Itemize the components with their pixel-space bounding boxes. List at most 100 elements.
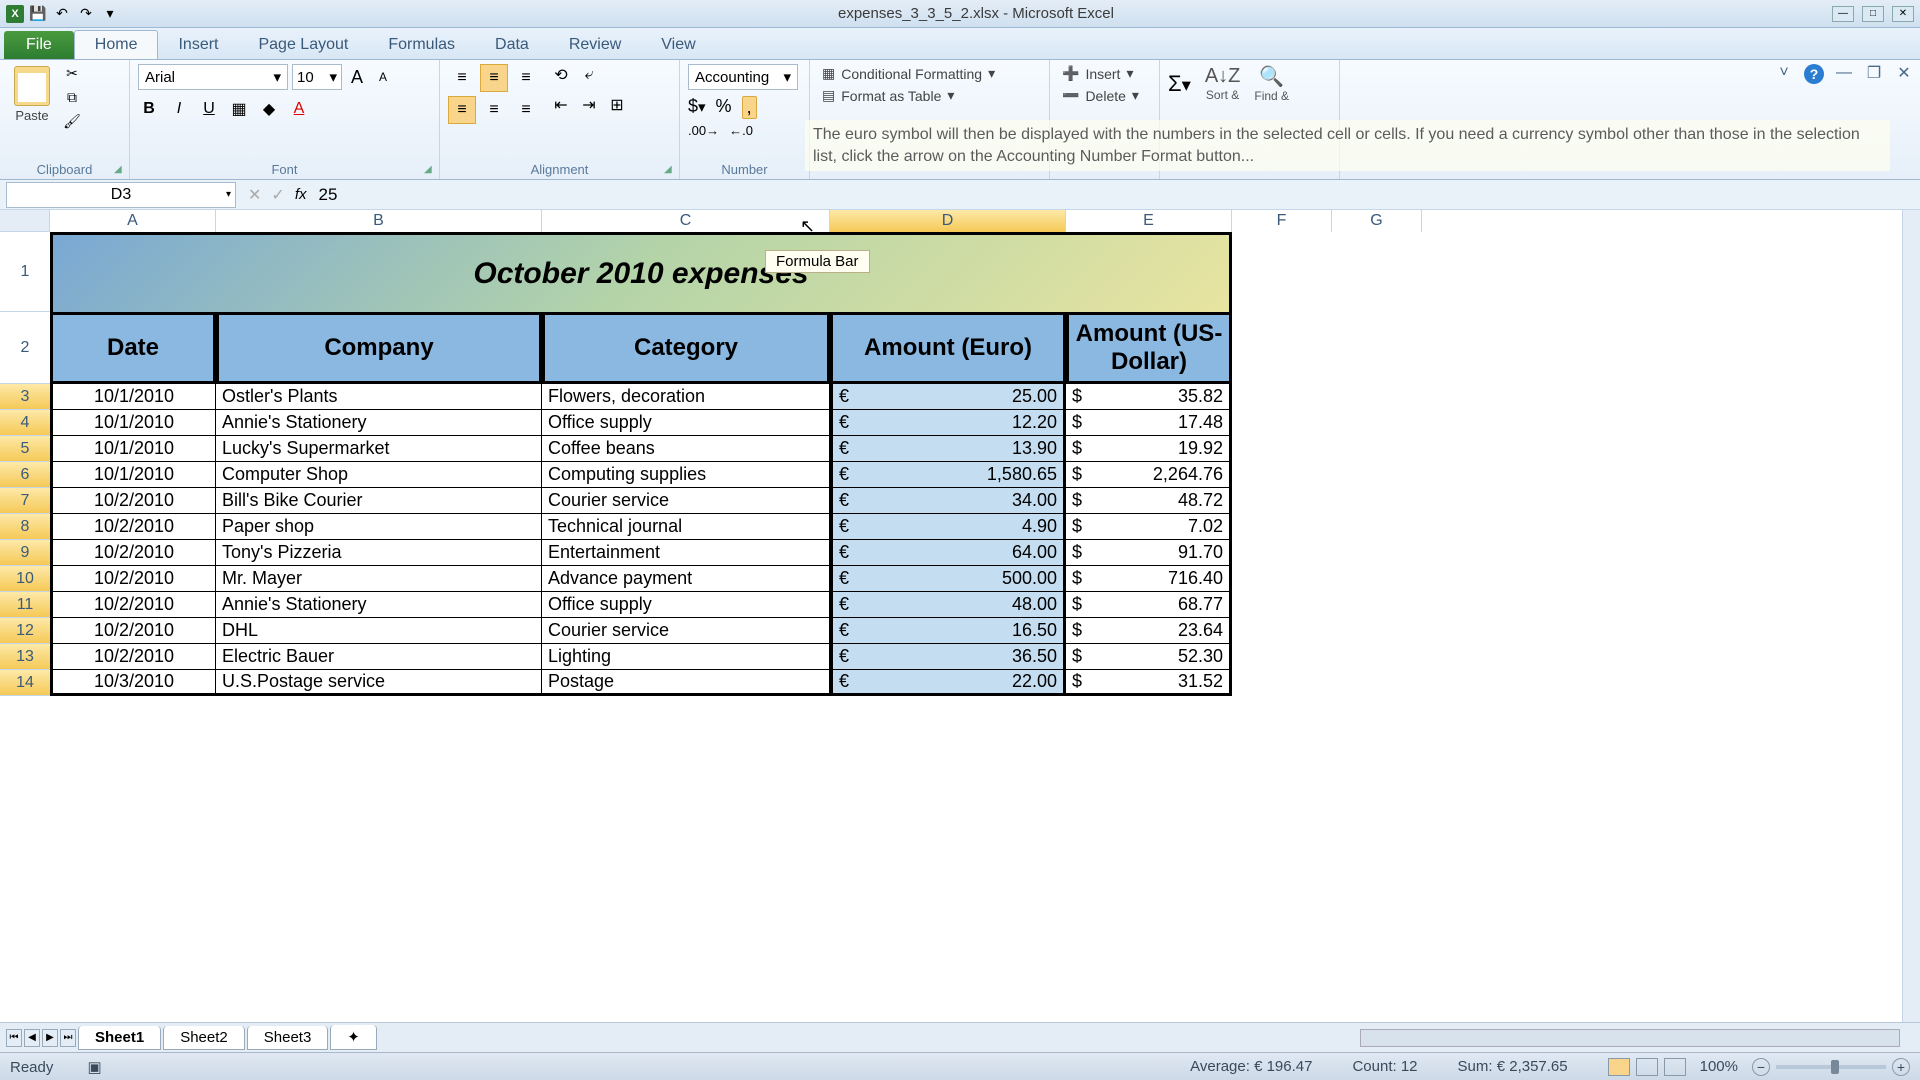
sheet-tab-3[interactable]: Sheet3 xyxy=(247,1026,329,1050)
sort-filter-button[interactable]: A↓ZSort & xyxy=(1205,65,1241,102)
align-left-button[interactable]: ≡ xyxy=(448,96,476,124)
header-date[interactable]: Date xyxy=(50,312,216,384)
cell-company[interactable]: Paper shop xyxy=(216,514,542,540)
cell-date[interactable]: 10/1/2010 xyxy=(50,384,216,410)
table-row[interactable]: 10/1/2010Lucky's SupermarketCoffee beans… xyxy=(50,436,1232,462)
dialog-launcher-icon[interactable]: ◢ xyxy=(424,164,436,176)
table-row[interactable]: 10/1/2010Annie's StationeryOffice supply… xyxy=(50,410,1232,436)
border-button[interactable]: ▦ xyxy=(228,98,250,120)
italic-button[interactable]: I xyxy=(168,98,190,120)
align-right-button[interactable]: ≡ xyxy=(512,96,540,124)
cell-euro[interactable]: €25.00 xyxy=(830,384,1066,410)
cell-usd[interactable]: $23.64 xyxy=(1066,618,1232,644)
table-row[interactable]: 10/2/2010Electric BauerLighting€36.50$52… xyxy=(50,644,1232,670)
comma-style-button[interactable]: , xyxy=(742,96,757,119)
row-header-13[interactable]: 13 xyxy=(0,644,50,670)
grid[interactable]: October 2010 expenses Date Company Categ… xyxy=(50,232,1232,696)
cell-date[interactable]: 10/2/2010 xyxy=(50,592,216,618)
cell-company[interactable]: Ostler's Plants xyxy=(216,384,542,410)
row-header-14[interactable]: 14 xyxy=(0,670,50,696)
cell-usd[interactable]: $68.77 xyxy=(1066,592,1232,618)
name-box[interactable]: D3▾ xyxy=(6,182,236,208)
help-icon[interactable]: ? xyxy=(1804,64,1824,84)
cell-euro[interactable]: €22.00 xyxy=(830,670,1066,696)
tab-data[interactable]: Data xyxy=(475,31,549,59)
autosum-button[interactable]: Σ▾ xyxy=(1168,71,1191,97)
tab-home[interactable]: Home xyxy=(74,30,159,59)
tab-nav-prev[interactable]: ◀ xyxy=(24,1029,40,1047)
cell-euro[interactable]: €500.00 xyxy=(830,566,1066,592)
macro-record-icon[interactable]: ▣ xyxy=(88,1059,102,1076)
cell-usd[interactable]: $52.30 xyxy=(1066,644,1232,670)
cell-category[interactable]: Postage xyxy=(542,670,830,696)
minimize-ribbon-icon[interactable]: ˅ xyxy=(1774,64,1794,82)
tab-file[interactable]: File xyxy=(4,31,74,59)
minimize-button[interactable]: — xyxy=(1832,6,1854,22)
zoom-in-button[interactable]: + xyxy=(1892,1058,1910,1076)
spreadsheet[interactable]: A B C D E F G 1 2 34567891011121314 Octo… xyxy=(0,210,1920,1022)
undo-icon[interactable]: ↶ xyxy=(52,5,72,23)
tab-nav-first[interactable]: ⏮ xyxy=(6,1029,22,1047)
percent-button[interactable]: % xyxy=(716,96,732,119)
tab-insert[interactable]: Insert xyxy=(158,31,238,59)
table-row[interactable]: 10/2/2010Tony's PizzeriaEntertainment€64… xyxy=(50,540,1232,566)
col-header-C[interactable]: C xyxy=(542,210,830,232)
col-header-E[interactable]: E xyxy=(1066,210,1232,232)
merge-button[interactable]: ⊞ xyxy=(606,94,628,116)
table-row[interactable]: 10/1/2010Ostler's PlantsFlowers, decorat… xyxy=(50,384,1232,410)
cell-company[interactable]: Electric Bauer xyxy=(216,644,542,670)
cell-usd[interactable]: $7.02 xyxy=(1066,514,1232,540)
cell-company[interactable]: DHL xyxy=(216,618,542,644)
decrease-decimal-button[interactable]: ←.0 xyxy=(729,123,753,138)
cell-euro[interactable]: €34.00 xyxy=(830,488,1066,514)
cell-date[interactable]: 10/2/2010 xyxy=(50,618,216,644)
tab-page-layout[interactable]: Page Layout xyxy=(238,31,368,59)
cut-icon[interactable]: ✂ xyxy=(62,64,82,82)
col-header-F[interactable]: F xyxy=(1232,210,1332,232)
view-normal-button[interactable] xyxy=(1608,1058,1630,1076)
grow-font-icon[interactable]: A xyxy=(346,66,368,88)
col-header-D[interactable]: D xyxy=(830,210,1066,232)
format-as-table-button[interactable]: ▤Format as Table▾ xyxy=(818,86,1041,105)
paste-button[interactable]: Paste xyxy=(8,64,56,125)
row-header-8[interactable]: 8 xyxy=(0,514,50,540)
header-euro[interactable]: Amount (Euro) xyxy=(830,312,1066,384)
cell-date[interactable]: 10/2/2010 xyxy=(50,540,216,566)
cell-usd[interactable]: $19.92 xyxy=(1066,436,1232,462)
row-header-9[interactable]: 9 xyxy=(0,540,50,566)
fx-icon[interactable]: fx xyxy=(295,186,307,203)
dialog-launcher-icon[interactable]: ◢ xyxy=(114,164,126,176)
cell-date[interactable]: 10/2/2010 xyxy=(50,566,216,592)
table-row[interactable]: 10/2/2010Bill's Bike CourierCourier serv… xyxy=(50,488,1232,514)
row-header-12[interactable]: 12 xyxy=(0,618,50,644)
cell-category[interactable]: Coffee beans xyxy=(542,436,830,462)
fill-color-button[interactable]: ◆ xyxy=(258,98,280,120)
cell-company[interactable]: Computer Shop xyxy=(216,462,542,488)
align-middle-button[interactable]: ≡ xyxy=(480,64,508,92)
find-select-button[interactable]: 🔍Find & xyxy=(1254,64,1289,103)
row-header-7[interactable]: 7 xyxy=(0,488,50,514)
cell-category[interactable]: Office supply xyxy=(542,592,830,618)
decrease-indent-button[interactable]: ⇤ xyxy=(550,94,572,116)
row-header-3[interactable]: 3 xyxy=(0,384,50,410)
view-page-layout-button[interactable] xyxy=(1636,1058,1658,1076)
cell-company[interactable]: Bill's Bike Courier xyxy=(216,488,542,514)
orientation-button[interactable]: ⟲ xyxy=(550,64,572,86)
align-top-button[interactable]: ≡ xyxy=(448,64,476,92)
cell-date[interactable]: 10/1/2010 xyxy=(50,462,216,488)
cell-euro[interactable]: €36.50 xyxy=(830,644,1066,670)
align-bottom-button[interactable]: ≡ xyxy=(512,64,540,92)
cell-company[interactable]: Lucky's Supermarket xyxy=(216,436,542,462)
row-header-11[interactable]: 11 xyxy=(0,592,50,618)
save-icon[interactable]: 💾 xyxy=(28,5,48,23)
underline-button[interactable]: U xyxy=(198,98,220,120)
row-header-1[interactable]: 1 xyxy=(0,232,50,312)
cell-usd[interactable]: $2,264.76 xyxy=(1066,462,1232,488)
formula-bar-input[interactable]: 25 xyxy=(318,185,337,205)
close-button[interactable]: ✕ xyxy=(1892,6,1914,22)
select-all-cell[interactable] xyxy=(0,210,50,232)
cell-usd[interactable]: $17.48 xyxy=(1066,410,1232,436)
cell-euro[interactable]: €12.20 xyxy=(830,410,1066,436)
row-header-4[interactable]: 4 xyxy=(0,410,50,436)
cell-date[interactable]: 10/2/2010 xyxy=(50,514,216,540)
